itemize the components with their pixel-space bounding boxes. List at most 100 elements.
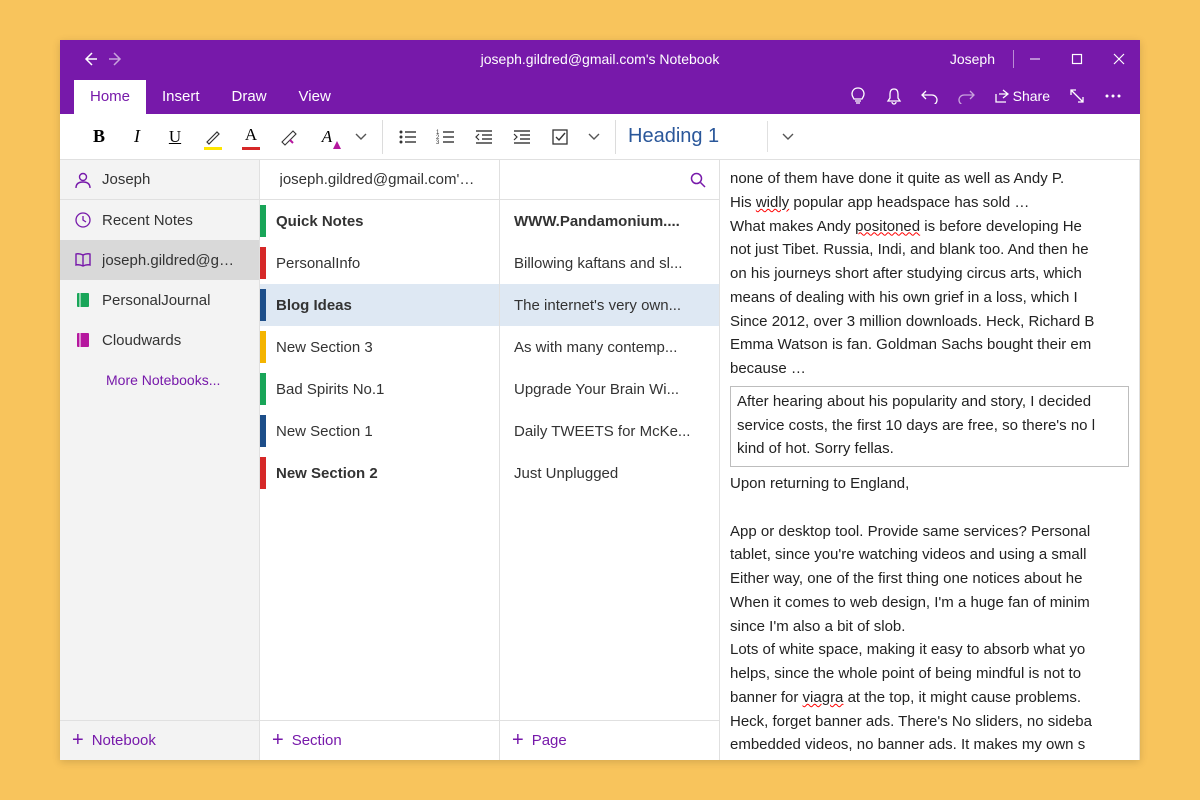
search-icon[interactable] (689, 171, 707, 189)
indent-button[interactable] (503, 118, 541, 156)
page-item[interactable]: WWW.Pandamonium.... (500, 200, 719, 242)
clear-formatting-button[interactable] (270, 118, 308, 156)
section-label: Bad Spirits No.1 (276, 381, 384, 398)
page-item[interactable]: The internet's very own... (500, 284, 719, 326)
notebook-icon (74, 331, 92, 349)
section-color-tab (260, 289, 266, 321)
notebook-panel: Joseph Recent Notes joseph.gildred@g…Per… (60, 160, 260, 760)
plus-icon: + (272, 729, 284, 752)
clock-icon (74, 211, 92, 229)
tab-home[interactable]: Home (74, 80, 146, 114)
section-panel: joseph.gildred@gmail.com's Notebook Quic… (260, 160, 500, 760)
minimize-button[interactable] (1014, 40, 1056, 78)
tab-draw[interactable]: Draw (216, 80, 283, 114)
notebook-label: Cloudwards (102, 332, 181, 349)
format-painter-button[interactable]: A (308, 118, 346, 156)
account-name[interactable]: Joseph (932, 51, 1013, 67)
formatting-toolbar: B I U A A (60, 114, 1140, 160)
page-item[interactable]: Upgrade Your Brain Wi... (500, 368, 719, 410)
notebook-icon (74, 291, 92, 309)
share-label: Share (1013, 88, 1050, 104)
page-panel: WWW.Pandamonium.... Billowing kaftans and… (500, 160, 720, 760)
notebook-icon (74, 251, 92, 269)
recent-notes-label: Recent Notes (102, 212, 193, 229)
page-label: Just Unplugged (514, 465, 618, 482)
outdent-button[interactable] (465, 118, 503, 156)
add-section-label: Section (292, 732, 342, 749)
section-color-tab (260, 331, 266, 363)
section-item[interactable]: Bad Spirits No.1 (260, 368, 499, 410)
notifications-icon[interactable] (879, 81, 909, 111)
share-button[interactable]: Share (987, 88, 1056, 104)
section-color-tab (260, 247, 266, 279)
style-selector[interactable]: Heading 1 (618, 121, 768, 152)
font-color-button[interactable]: A (232, 118, 270, 156)
section-label: New Section 3 (276, 339, 373, 356)
style-chevron[interactable] (768, 133, 808, 141)
page-item[interactable]: As with many contemp... (500, 326, 719, 368)
paragraph-more-chevron[interactable] (579, 118, 609, 156)
notebook-item[interactable]: PersonalJournal (60, 280, 259, 320)
section-item[interactable]: Blog Ideas (260, 284, 499, 326)
tab-insert[interactable]: Insert (146, 80, 216, 114)
todo-tag-button[interactable] (541, 118, 579, 156)
back-button[interactable] (78, 47, 102, 71)
undo-button[interactable] (915, 81, 945, 111)
highlight-button[interactable] (194, 118, 232, 156)
redo-button[interactable] (951, 81, 981, 111)
notebook-item[interactable]: Cloudwards (60, 320, 259, 360)
forward-button[interactable] (104, 47, 128, 71)
section-color-tab (260, 457, 266, 489)
page-label: As with many contemp... (514, 339, 677, 356)
section-color-tab (260, 205, 266, 237)
page-item[interactable]: Billowing kaftans and sl... (500, 242, 719, 284)
ribbon-tabs: Home Insert Draw View Share (60, 78, 1140, 114)
section-item[interactable]: New Section 2 (260, 452, 499, 494)
numbered-list-button[interactable]: 123 (427, 118, 465, 156)
plus-icon: + (72, 729, 84, 752)
close-button[interactable] (1098, 40, 1140, 78)
fullscreen-icon[interactable] (1062, 81, 1092, 111)
note-content[interactable]: none of them have done it quite as well … (720, 160, 1140, 760)
window-title: joseph.gildred@gmail.com's Notebook (481, 51, 720, 67)
page-header (500, 160, 719, 200)
page-label: Upgrade Your Brain Wi... (514, 381, 679, 398)
tab-view[interactable]: View (283, 80, 347, 114)
add-section-button[interactable]: + Section (260, 720, 499, 760)
italic-button[interactable]: I (118, 118, 156, 156)
section-header-label: joseph.gildred@gmail.com's Notebook (280, 171, 480, 188)
add-notebook-label: Notebook (92, 732, 156, 749)
bold-button[interactable]: B (80, 118, 118, 156)
bullet-list-button[interactable] (389, 118, 427, 156)
section-label: PersonalInfo (276, 255, 360, 272)
section-item[interactable]: Quick Notes (260, 200, 499, 242)
recent-notes[interactable]: Recent Notes (60, 200, 259, 240)
add-page-button[interactable]: + Page (500, 720, 719, 760)
maximize-button[interactable] (1056, 40, 1098, 78)
tips-icon[interactable] (843, 81, 873, 111)
section-header: joseph.gildred@gmail.com's Notebook (260, 160, 499, 200)
notebook-item[interactable]: joseph.gildred@g… (60, 240, 259, 280)
section-item[interactable]: New Section 3 (260, 326, 499, 368)
font-more-chevron[interactable] (346, 118, 376, 156)
section-label: Quick Notes (276, 213, 364, 230)
svg-text:3: 3 (436, 140, 440, 145)
section-item[interactable]: New Section 1 (260, 410, 499, 452)
person-icon (74, 171, 92, 189)
section-item[interactable]: PersonalInfo (260, 242, 499, 284)
titlebar: joseph.gildred@gmail.com's Notebook Jose… (60, 40, 1140, 78)
content-area: Joseph Recent Notes joseph.gildred@g…Per… (60, 160, 1140, 760)
app-window: joseph.gildred@gmail.com's Notebook Jose… (60, 40, 1140, 760)
page-item[interactable]: Just Unplugged (500, 452, 719, 494)
page-item[interactable]: Daily TWEETS for McKe... (500, 410, 719, 452)
add-notebook-button[interactable]: + Notebook (60, 720, 259, 760)
section-label: New Section 2 (276, 465, 378, 482)
page-label: Billowing kaftans and sl... (514, 255, 682, 272)
underline-button[interactable]: U (156, 118, 194, 156)
panel-user-header[interactable]: Joseph (60, 160, 259, 200)
more-icon[interactable] (1098, 81, 1128, 111)
page-label: Daily TWEETS for McKe... (514, 423, 690, 440)
more-notebooks-link[interactable]: More Notebooks... (60, 360, 259, 400)
add-page-label: Page (532, 732, 567, 749)
page-label: WWW.Pandamonium.... (514, 213, 680, 230)
